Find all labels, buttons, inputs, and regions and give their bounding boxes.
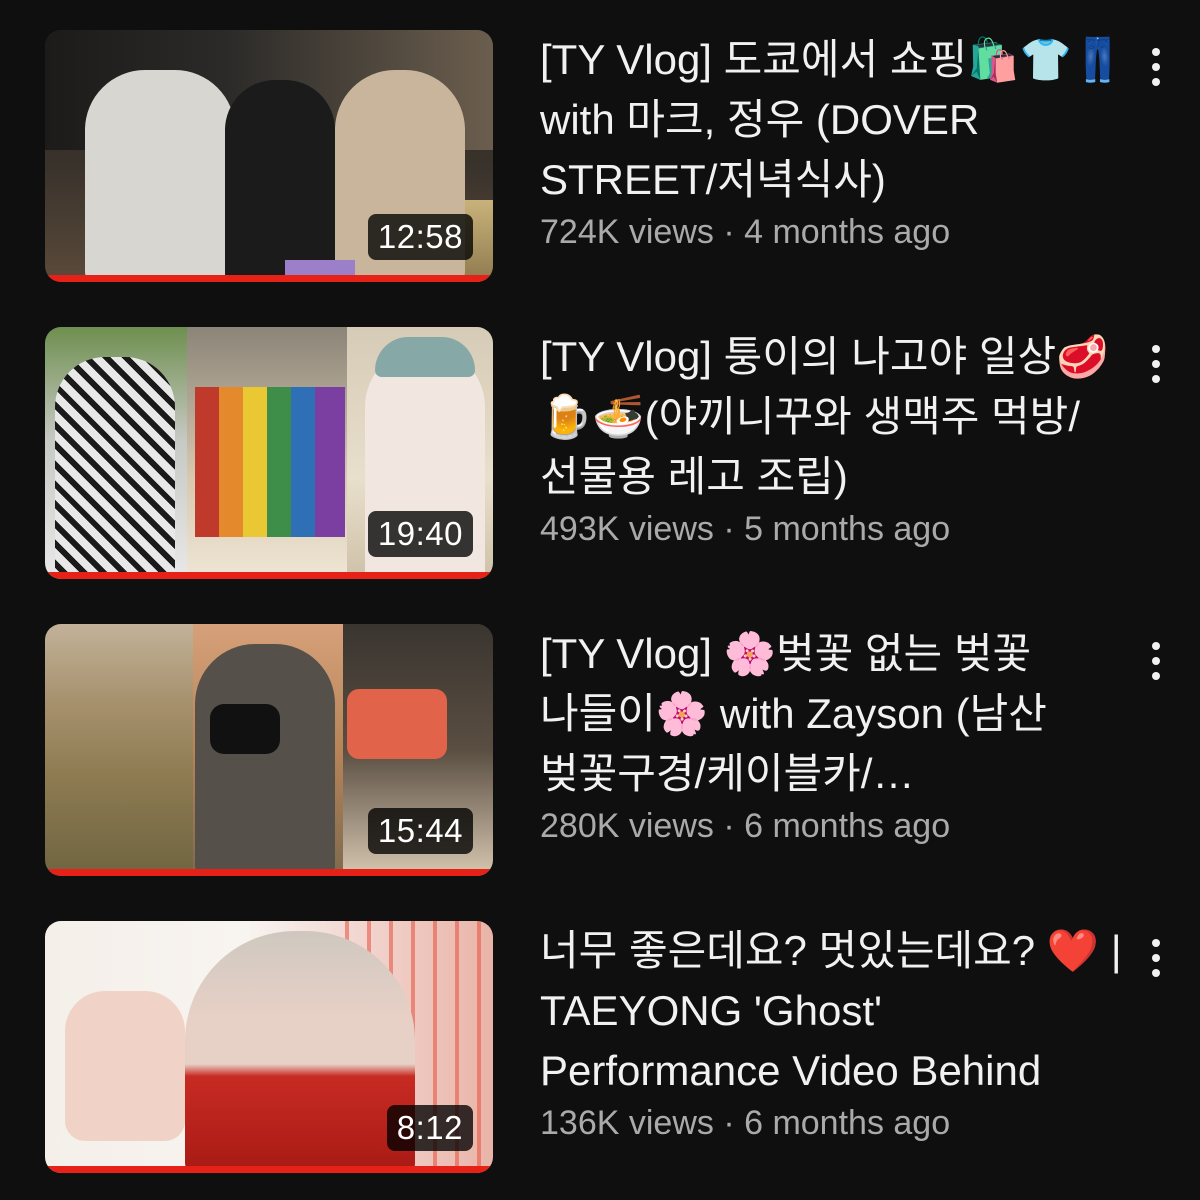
thumbnail-image [185,931,415,1173]
meta-separator: · [713,510,745,548]
upload-age: 5 months ago [744,510,951,548]
thumbnail-image [210,704,280,754]
thumbnail-image [55,357,175,579]
video-info[interactable]: [TY Vlog] 도쿄에서 쇼핑🛍️👕👖 with 마크, 정우 (DOVER… [540,30,1130,254]
video-info[interactable]: [TY Vlog] 🌸벚꽃 없는 벚꽃 나들이🌸 with Zayson (남산… [540,624,1130,848]
video-meta: 280K views · 6 months ago [540,804,1130,848]
watch-progress-bar [45,869,493,876]
view-count: 724K views [540,213,714,251]
watch-progress-bar [45,572,493,579]
video-title[interactable]: 너무 좋은데요? 멋있는데요? ❤️ | TAEYONG 'Ghost' Per… [540,921,1130,1101]
video-item[interactable]: 15:44 [TY Vlog] 🌸벚꽃 없는 벚꽃 나들이🌸 with Zays… [0,624,1200,884]
video-duration: 12:58 [367,214,473,260]
view-count: 136K views [540,1104,714,1142]
video-item[interactable]: 8:12 너무 좋은데요? 멋있는데요? ❤️ | TAEYONG 'Ghost… [0,921,1200,1181]
video-title[interactable]: [TY Vlog] 도쿄에서 쇼핑🛍️👕👖 with 마크, 정우 (DOVER… [540,30,1130,210]
video-duration: 8:12 [386,1105,473,1151]
video-meta: 136K views · 6 months ago [540,1101,1130,1145]
watch-progress-bar [45,275,493,282]
video-duration: 19:40 [367,511,473,557]
video-thumbnail[interactable]: 15:44 [45,624,493,876]
watch-progress-bar [45,1166,493,1173]
meta-separator: · [713,807,745,845]
meta-separator: · [713,213,745,251]
video-item[interactable]: 12:58 [TY Vlog] 도쿄에서 쇼핑🛍️👕👖 with 마크, 정우 … [0,30,1200,290]
thumbnail-image [65,991,185,1141]
video-thumbnail[interactable]: 19:40 [45,327,493,579]
upload-age: 6 months ago [744,1104,951,1142]
thumbnail-image [225,80,335,282]
upload-age: 6 months ago [744,807,951,845]
video-meta: 724K views · 4 months ago [540,210,1130,254]
more-vert-icon[interactable] [1138,638,1174,686]
video-info[interactable]: 너무 좋은데요? 멋있는데요? ❤️ | TAEYONG 'Ghost' Per… [540,921,1130,1145]
video-thumbnail[interactable]: 8:12 [45,921,493,1173]
more-vert-icon[interactable] [1138,341,1174,389]
thumbnail-image [45,624,193,876]
thumbnail-image [195,387,345,537]
meta-separator: · [713,1104,745,1142]
upload-age: 4 months ago [744,213,951,251]
video-info[interactable]: [TY Vlog] 퉁이의 나고야 일상🥩🍺🍜(야끼니꾸와 생맥주 먹방/선물용… [540,327,1130,551]
more-vert-icon[interactable] [1138,935,1174,983]
thumbnail-image [375,337,475,377]
thumbnail-image [85,70,235,282]
video-title[interactable]: [TY Vlog] 🌸벚꽃 없는 벚꽃 나들이🌸 with Zayson (남산… [540,624,1130,804]
more-vert-icon[interactable] [1138,44,1174,92]
video-meta: 493K views · 5 months ago [540,507,1130,551]
video-duration: 15:44 [367,808,473,854]
view-count: 493K views [540,510,714,548]
thumbnail-image [195,644,335,876]
thumbnail-image [347,689,447,759]
video-title[interactable]: [TY Vlog] 퉁이의 나고야 일상🥩🍺🍜(야끼니꾸와 생맥주 먹방/선물용… [540,327,1130,507]
video-item[interactable]: 19:40 [TY Vlog] 퉁이의 나고야 일상🥩🍺🍜(야끼니꾸와 생맥주 … [0,327,1200,587]
view-count: 280K views [540,807,714,845]
video-thumbnail[interactable]: 12:58 [45,30,493,282]
